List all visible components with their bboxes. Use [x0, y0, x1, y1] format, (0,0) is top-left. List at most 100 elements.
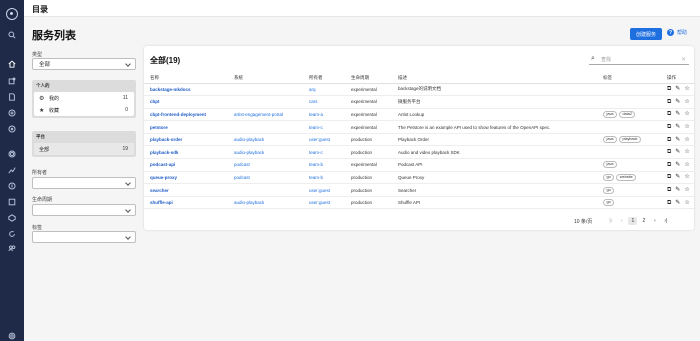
column-header[interactable]: 标签 — [597, 73, 661, 84]
star-outline-icon[interactable]: ☆ — [684, 149, 689, 155]
pencil-icon[interactable]: ✎ — [675, 174, 680, 180]
owner-link[interactable]: team-c — [303, 145, 345, 160]
search-input[interactable]: 查找 — [601, 56, 681, 63]
help-link[interactable]: ? 帮助 — [667, 29, 687, 36]
service-name-link[interactable]: podcast-api — [144, 158, 228, 172]
page-1-button[interactable]: 1 — [628, 217, 638, 225]
system-link[interactable]: artist-engagement-portal — [228, 108, 303, 122]
search-icon[interactable] — [7, 30, 17, 40]
system-link[interactable]: audio-playback — [228, 145, 303, 160]
filter-all[interactable]: 全部 19 — [34, 143, 134, 155]
column-header[interactable]: 系统 — [228, 73, 303, 84]
column-header[interactable]: 生命周期 — [345, 73, 392, 84]
service-name-link[interactable]: queue-proxy — [144, 171, 228, 185]
pencil-icon[interactable]: ✎ — [675, 187, 680, 193]
tags-select[interactable] — [32, 231, 136, 243]
cost-insights-icon[interactable] — [7, 181, 17, 191]
system-link[interactable]: podcast — [228, 158, 303, 172]
apis-icon[interactable] — [7, 197, 17, 207]
owner-link[interactable]: cars — [303, 95, 345, 109]
star-outline-icon[interactable]: ☆ — [684, 174, 689, 180]
external-link-icon[interactable]: ⧉ — [667, 111, 671, 117]
service-name-link[interactable]: playback-sdk — [144, 145, 228, 160]
system-link[interactable] — [228, 120, 303, 134]
star-outline-icon[interactable]: ☆ — [684, 137, 689, 143]
page-size-select[interactable]: 10 条/页 — [574, 218, 592, 225]
service-name-link[interactable]: cbpt — [144, 95, 228, 109]
external-link-icon[interactable]: ⧉ — [667, 162, 671, 168]
next-page-icon[interactable]: › — [650, 218, 659, 224]
star-outline-icon[interactable]: ☆ — [684, 86, 689, 92]
explore-icon[interactable] — [7, 124, 17, 134]
external-link-icon[interactable]: ⧉ — [667, 200, 671, 206]
search-field[interactable]: ⌕ 查找 ✕ — [589, 54, 689, 65]
app-logo-icon[interactable] — [6, 8, 18, 20]
owner-link[interactable]: team-b — [303, 171, 345, 185]
system-link[interactable] — [228, 183, 303, 197]
owner-link[interactable]: team-a — [303, 108, 345, 122]
external-link-icon[interactable]: ⧉ — [667, 86, 671, 92]
pencil-icon[interactable]: ✎ — [675, 99, 680, 105]
pencil-icon[interactable]: ✎ — [675, 162, 680, 168]
column-header[interactable]: 描述 — [392, 73, 597, 84]
prev-page-icon[interactable]: ‹ — [617, 218, 626, 224]
create-icon[interactable] — [7, 108, 17, 118]
owner-select[interactable] — [32, 177, 136, 189]
star-outline-icon[interactable]: ☆ — [684, 99, 689, 105]
extension-icon[interactable] — [7, 76, 17, 86]
owner-link[interactable]: team-c — [303, 120, 345, 134]
external-link-icon[interactable]: ⧉ — [667, 99, 671, 105]
docs-icon[interactable] — [7, 92, 17, 102]
column-header[interactable]: 操作 — [661, 73, 694, 84]
owner-link[interactable]: user:guest — [303, 196, 345, 210]
external-link-icon[interactable]: ⧉ — [667, 149, 671, 155]
graphiql-icon[interactable] — [7, 213, 17, 223]
column-header[interactable]: 所有者 — [303, 73, 345, 84]
pencil-icon[interactable]: ✎ — [675, 124, 680, 130]
pencil-icon[interactable]: ✎ — [675, 111, 680, 117]
clear-icon[interactable]: ✕ — [681, 56, 686, 63]
owner-link[interactable]: team-b — [303, 158, 345, 172]
page-2-button[interactable]: 2 — [639, 217, 648, 225]
lifecycle-select[interactable] — [32, 204, 136, 216]
pencil-icon[interactable]: ✎ — [675, 86, 680, 92]
star-outline-icon[interactable]: ☆ — [684, 162, 689, 168]
tech-radar-icon[interactable] — [7, 165, 17, 175]
external-link-icon[interactable]: ⧉ — [667, 187, 671, 193]
star-outline-icon[interactable]: ☆ — [684, 187, 689, 193]
refresh-icon[interactable] — [7, 229, 17, 239]
service-name-link[interactable]: playback-order — [144, 133, 228, 147]
system-link[interactable]: audio-playback — [228, 133, 303, 147]
pencil-icon[interactable]: ✎ — [675, 137, 680, 143]
service-name-link[interactable]: petstore — [144, 120, 228, 134]
column-header[interactable]: 名称 — [144, 73, 228, 84]
owner-link[interactable]: arq — [303, 83, 345, 97]
settings-gear-icon[interactable] — [7, 331, 17, 341]
filter-starred[interactable]: ★ 收藏 0 — [34, 104, 134, 116]
external-link-icon[interactable]: ⧉ — [667, 124, 671, 130]
service-name-link[interactable]: backstage-mkdocs — [144, 83, 228, 97]
external-link-icon[interactable]: ⧉ — [667, 174, 671, 180]
star-outline-icon[interactable]: ☆ — [684, 111, 689, 117]
settings-icon[interactable] — [7, 149, 17, 159]
filter-owned[interactable]: ⚙ 我的 11 — [34, 92, 134, 104]
pencil-icon[interactable]: ✎ — [675, 200, 680, 206]
system-link[interactable] — [228, 83, 303, 97]
star-outline-icon[interactable]: ☆ — [684, 200, 689, 206]
first-page-icon[interactable]: |‹ — [606, 218, 615, 224]
service-name-link[interactable]: searcher — [144, 183, 228, 197]
home-icon[interactable] — [7, 59, 17, 69]
system-link[interactable] — [228, 95, 303, 109]
system-link[interactable]: audio-playback — [228, 196, 303, 210]
service-name-link[interactable]: shuffle-api — [144, 196, 228, 210]
type-select[interactable]: 全部 — [32, 58, 136, 70]
owner-link[interactable]: user:guest — [303, 133, 345, 147]
last-page-icon[interactable]: ›| — [661, 218, 670, 224]
external-link-icon[interactable]: ⧉ — [667, 137, 671, 143]
star-outline-icon[interactable]: ☆ — [684, 124, 689, 130]
service-name-link[interactable]: cbpt-frontend-deployment — [144, 108, 228, 122]
create-service-button[interactable]: 创建服务 — [630, 28, 662, 40]
group-icon[interactable] — [7, 243, 17, 253]
owner-link[interactable]: user:guest — [303, 183, 345, 197]
pencil-icon[interactable]: ✎ — [675, 149, 680, 155]
